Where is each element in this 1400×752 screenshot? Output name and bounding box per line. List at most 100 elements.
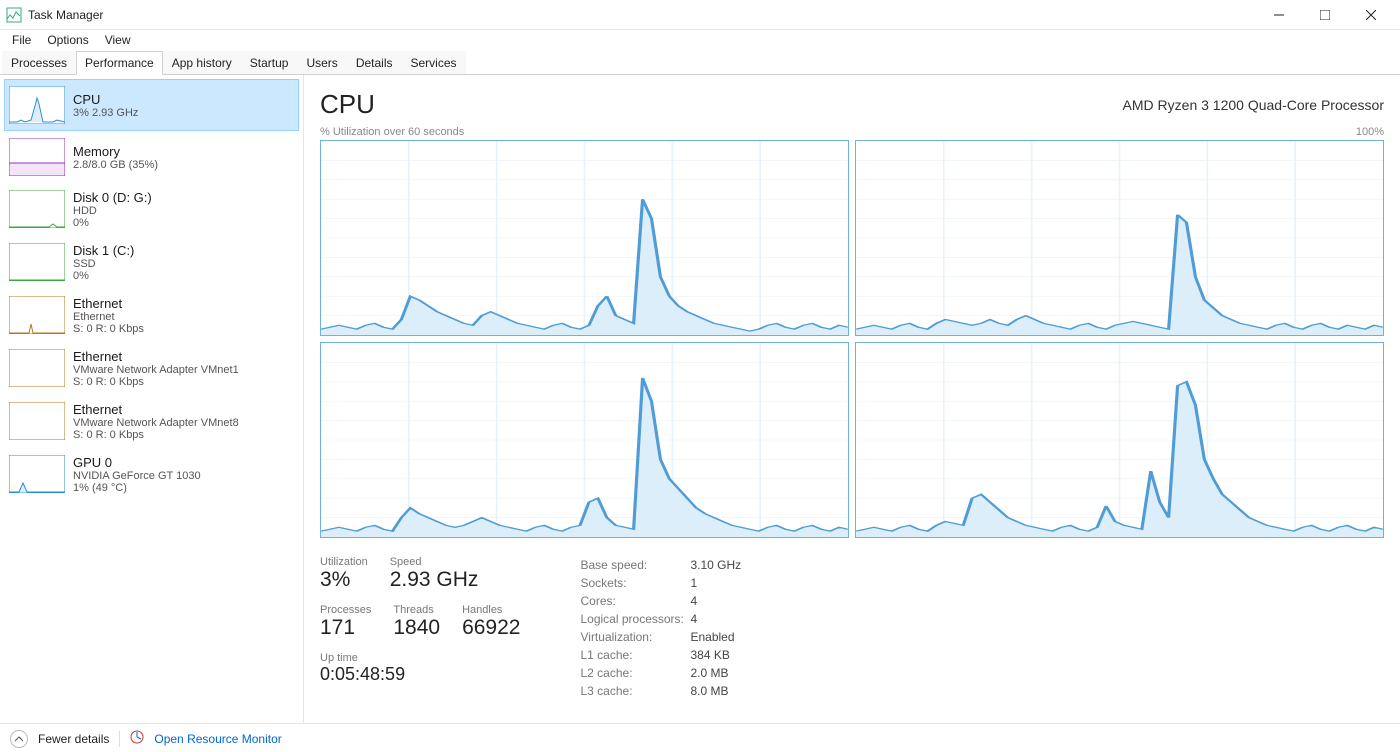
fewer-details-icon[interactable]	[10, 730, 28, 748]
eth0-thumb	[9, 296, 65, 334]
tab-details[interactable]: Details	[347, 51, 402, 74]
sidebar-disk0-title: Disk 0 (D: G:)	[73, 190, 152, 205]
sidebar-eth1-title: Ethernet	[73, 349, 239, 364]
cpu-graph-core3[interactable]	[855, 342, 1384, 538]
sidebar-item-disk1[interactable]: Disk 1 (C:) SSD 0%	[4, 236, 299, 289]
sidebar-item-cpu[interactable]: CPU 3% 2.93 GHz	[4, 79, 299, 131]
cpu-graph-core1[interactable]	[855, 140, 1384, 336]
cpu-thumb	[9, 86, 65, 124]
utilization-label: Utilization	[320, 556, 368, 568]
handles-label: Handles	[462, 604, 520, 616]
sidebar-eth2-sub2: S: 0 R: 0 Kbps	[73, 429, 239, 441]
l3-label: L3 cache:	[580, 682, 690, 700]
sidebar-item-ethernet-0[interactable]: Ethernet Ethernet S: 0 R: 0 Kbps	[4, 289, 299, 342]
tab-users[interactable]: Users	[297, 51, 346, 74]
processes-value: 171	[320, 616, 371, 640]
sidebar-item-gpu0[interactable]: GPU 0 NVIDIA GeForce GT 1030 1% (49 °C)	[4, 448, 299, 501]
sidebar-eth2-title: Ethernet	[73, 402, 239, 417]
graph-caption-right: 100%	[1356, 126, 1384, 138]
sidebar-disk1-sub2: 0%	[73, 270, 134, 282]
l1-label: L1 cache:	[580, 646, 690, 664]
menu-view[interactable]: View	[97, 31, 139, 49]
stats: Utilization 3% Speed 2.93 GHz Processes …	[320, 556, 1384, 700]
sidebar-disk0-sub1: HDD	[73, 205, 152, 217]
eth2-thumb	[9, 402, 65, 440]
tab-startup[interactable]: Startup	[241, 51, 298, 74]
fewer-details-button[interactable]: Fewer details	[38, 732, 109, 746]
speed-label: Speed	[390, 556, 479, 568]
l2-value: 2.0 MB	[690, 664, 728, 682]
sidebar-gpu0-sub2: 1% (49 °C)	[73, 482, 201, 494]
tab-performance[interactable]: Performance	[76, 51, 163, 75]
sidebar-memory-sub: 2.8/8.0 GB (35%)	[73, 159, 158, 171]
cores-label: Cores:	[580, 592, 690, 610]
tabbar: Processes Performance App history Startu…	[0, 50, 1400, 75]
memory-thumb	[9, 138, 65, 176]
resmon-icon	[130, 730, 144, 747]
menu-file[interactable]: File	[4, 31, 39, 49]
basespeed-value: 3.10 GHz	[690, 556, 741, 574]
speed-value: 2.93 GHz	[390, 568, 479, 592]
tab-apphistory[interactable]: App history	[163, 51, 241, 74]
app-icon	[6, 7, 22, 23]
menubar: File Options View	[0, 30, 1400, 50]
basespeed-label: Base speed:	[580, 556, 690, 574]
processor-name: AMD Ryzen 3 1200 Quad-Core Processor	[1123, 97, 1384, 113]
uptime-label: Up time	[320, 652, 405, 664]
gpu0-thumb	[9, 455, 65, 493]
sidebar-eth0-title: Ethernet	[73, 296, 144, 311]
threads-label: Threads	[393, 604, 440, 616]
logical-value: 4	[690, 610, 697, 628]
virt-label: Virtualization:	[580, 628, 690, 646]
cpu-graphs	[320, 140, 1384, 538]
titlebar: Task Manager	[0, 0, 1400, 30]
sidebar-item-disk0[interactable]: Disk 0 (D: G:) HDD 0%	[4, 183, 299, 236]
virt-value: Enabled	[690, 628, 734, 646]
sidebar-disk1-sub1: SSD	[73, 258, 134, 270]
window-title: Task Manager	[28, 8, 103, 22]
disk1-thumb	[9, 243, 65, 281]
uptime-value: 0:05:48:59	[320, 664, 405, 685]
handles-value: 66922	[462, 616, 520, 640]
tab-processes[interactable]: Processes	[2, 51, 76, 74]
page-title: CPU	[320, 89, 375, 120]
sidebar-cpu-title: CPU	[73, 92, 138, 107]
sidebar: CPU 3% 2.93 GHz Memory 2.8/8.0 GB (35%) …	[0, 75, 304, 723]
l2-label: L2 cache:	[580, 664, 690, 682]
cores-value: 4	[690, 592, 697, 610]
open-resource-monitor-link[interactable]: Open Resource Monitor	[154, 732, 281, 746]
utilization-value: 3%	[320, 568, 368, 592]
maximize-button[interactable]	[1302, 0, 1348, 30]
threads-value: 1840	[393, 616, 440, 640]
sidebar-eth1-sub1: VMware Network Adapter VMnet1	[73, 364, 239, 376]
sockets-label: Sockets:	[580, 574, 690, 592]
footer: Fewer details Open Resource Monitor	[0, 723, 1400, 752]
sidebar-eth1-sub2: S: 0 R: 0 Kbps	[73, 376, 239, 388]
graph-caption-left: % Utilization over 60 seconds	[320, 126, 464, 138]
sidebar-item-ethernet-1[interactable]: Ethernet VMware Network Adapter VMnet1 S…	[4, 342, 299, 395]
tab-services[interactable]: Services	[402, 51, 466, 74]
sidebar-cpu-sub: 3% 2.93 GHz	[73, 107, 138, 119]
sockets-value: 1	[690, 574, 697, 592]
eth1-thumb	[9, 349, 65, 387]
sidebar-eth0-sub2: S: 0 R: 0 Kbps	[73, 323, 144, 335]
l1-value: 384 KB	[690, 646, 729, 664]
sidebar-memory-title: Memory	[73, 144, 158, 159]
cpu-graph-core0[interactable]	[320, 140, 849, 336]
sidebar-item-memory[interactable]: Memory 2.8/8.0 GB (35%)	[4, 131, 299, 183]
sidebar-gpu0-sub1: NVIDIA GeForce GT 1030	[73, 470, 201, 482]
logical-label: Logical processors:	[580, 610, 690, 628]
minimize-button[interactable]	[1256, 0, 1302, 30]
disk0-thumb	[9, 190, 65, 228]
l3-value: 8.0 MB	[690, 682, 728, 700]
main-panel: CPU AMD Ryzen 3 1200 Quad-Core Processor…	[304, 75, 1400, 723]
menu-options[interactable]: Options	[39, 31, 96, 49]
sidebar-gpu0-title: GPU 0	[73, 455, 201, 470]
cpu-graph-core2[interactable]	[320, 342, 849, 538]
sidebar-item-ethernet-2[interactable]: Ethernet VMware Network Adapter VMnet8 S…	[4, 395, 299, 448]
sidebar-eth0-sub1: Ethernet	[73, 311, 144, 323]
sidebar-disk1-title: Disk 1 (C:)	[73, 243, 134, 258]
sidebar-eth2-sub1: VMware Network Adapter VMnet8	[73, 417, 239, 429]
processes-label: Processes	[320, 604, 371, 616]
close-button[interactable]	[1348, 0, 1394, 30]
